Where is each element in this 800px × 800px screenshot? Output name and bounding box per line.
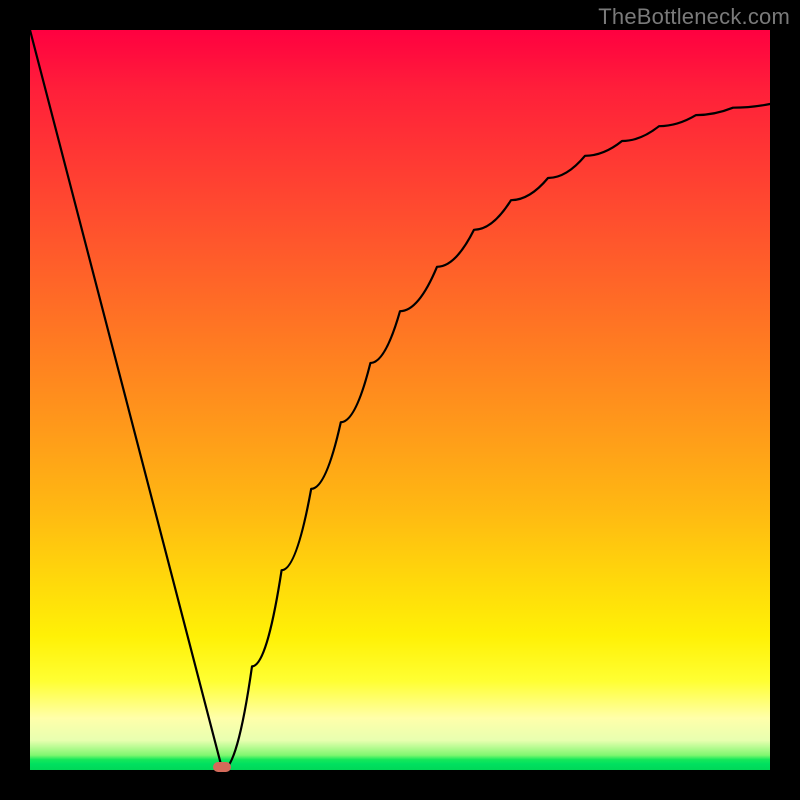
curve-path [30, 30, 770, 770]
watermark-text: TheBottleneck.com [598, 4, 790, 30]
plot-area [30, 30, 770, 770]
curve-svg [30, 30, 770, 770]
minimum-marker [213, 762, 231, 772]
chart-frame: TheBottleneck.com [0, 0, 800, 800]
